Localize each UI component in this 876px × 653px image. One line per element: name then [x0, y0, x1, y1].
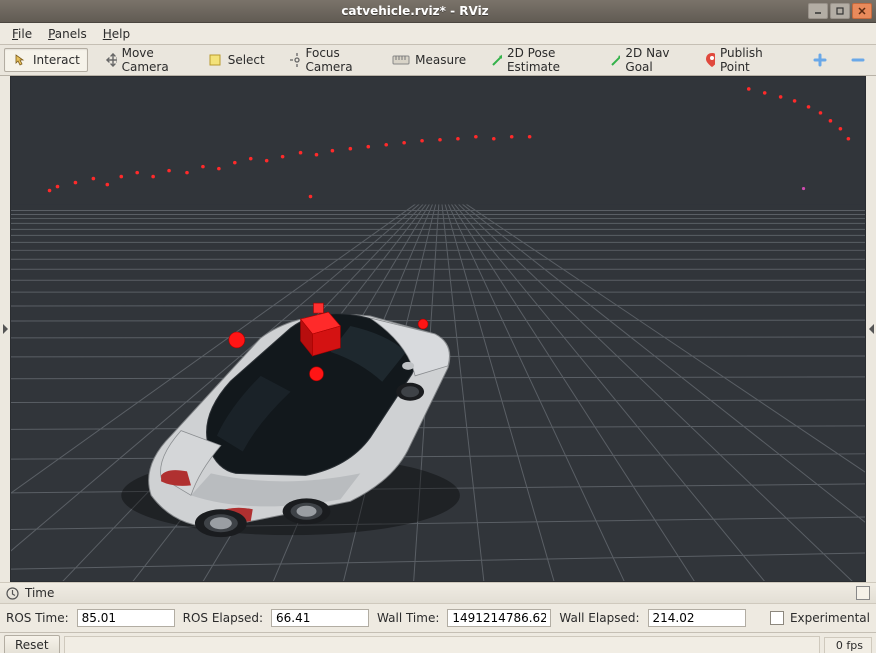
wall-elapsed-label: Wall Elapsed:: [559, 611, 639, 625]
time-panel-title: Time: [25, 586, 54, 600]
select-icon: [207, 52, 223, 68]
experimental-label: Experimental: [790, 611, 870, 625]
marker-cube: [301, 303, 341, 356]
focus-camera-icon: [289, 52, 301, 68]
wall-elapsed-field[interactable]: [648, 609, 746, 627]
vehicle-model: [121, 314, 460, 538]
ros-time-label: ROS Time:: [6, 611, 69, 625]
3d-viewport[interactable]: [10, 76, 866, 582]
tool-nav-goal-label: 2D Nav Goal: [625, 46, 680, 74]
window-titlebar: catvehicle.rviz* - RViz: [0, 0, 876, 23]
toolbar: Interact Move Camera Select Focus Camera: [0, 45, 876, 76]
minus-icon: [851, 53, 865, 67]
menu-panels[interactable]: Panels: [40, 25, 95, 43]
menu-file[interactable]: File: [4, 25, 40, 43]
tool-move-camera-label: Move Camera: [122, 46, 183, 74]
time-panel-float-button[interactable]: [856, 586, 870, 600]
menu-help[interactable]: Help: [95, 25, 138, 43]
reset-button-label: Reset: [15, 638, 49, 652]
left-panel-expander[interactable]: [0, 76, 10, 582]
tool-select[interactable]: Select: [200, 49, 272, 71]
ros-elapsed-label: ROS Elapsed:: [183, 611, 263, 625]
fps-indicator: 0 fps: [824, 637, 872, 653]
time-panel-header[interactable]: Time: [0, 582, 876, 604]
right-panel-expander[interactable]: [866, 76, 876, 582]
checkbox-icon: [770, 611, 784, 625]
tool-2d-nav-goal[interactable]: 2D Nav Goal: [602, 43, 688, 77]
fps-label: 0 fps: [836, 639, 863, 652]
plus-icon: [813, 53, 827, 67]
publish-point-icon: [705, 52, 715, 68]
menubar: File Panels Help: [0, 23, 876, 45]
wall-time-field[interactable]: [447, 609, 551, 627]
ros-time-field[interactable]: [77, 609, 175, 627]
tool-select-label: Select: [228, 53, 265, 67]
statusbar: Reset 0 fps: [0, 633, 876, 653]
tool-publish-point[interactable]: Publish Point: [698, 43, 783, 77]
window-title: catvehicle.rviz* - RViz: [22, 4, 808, 18]
measure-icon: [392, 54, 410, 66]
tool-pose-estimate-label: 2D Pose Estimate: [507, 46, 585, 74]
minimize-button[interactable]: [808, 3, 828, 19]
tool-measure-label: Measure: [415, 53, 466, 67]
time-panel: ROS Time: ROS Elapsed: Wall Time: Wall E…: [0, 604, 876, 633]
tool-2d-pose-estimate[interactable]: 2D Pose Estimate: [483, 43, 591, 77]
reset-button[interactable]: Reset: [4, 635, 60, 653]
tool-add-display[interactable]: [806, 50, 834, 70]
tool-interact[interactable]: Interact: [4, 48, 88, 72]
scene-render: [11, 77, 865, 581]
tool-focus-camera-label: Focus Camera: [306, 46, 369, 74]
ros-elapsed-field[interactable]: [271, 609, 369, 627]
move-camera-icon: [105, 52, 117, 68]
nav-goal-icon: [609, 52, 621, 68]
tool-remove-display[interactable]: [844, 50, 872, 70]
interact-icon: [12, 52, 28, 68]
experimental-checkbox[interactable]: Experimental: [770, 611, 870, 625]
tool-publish-point-label: Publish Point: [720, 46, 776, 74]
wall-time-label: Wall Time:: [377, 611, 439, 625]
tool-focus-camera[interactable]: Focus Camera: [282, 43, 375, 77]
status-message-area: [64, 636, 820, 653]
clock-icon: [6, 587, 19, 600]
tool-measure[interactable]: Measure: [385, 50, 473, 70]
close-button[interactable]: [852, 3, 872, 19]
pose-estimate-icon: [490, 52, 502, 68]
tool-move-camera[interactable]: Move Camera: [98, 43, 190, 77]
tool-interact-label: Interact: [33, 53, 80, 67]
window-controls: [808, 3, 872, 19]
maximize-button[interactable]: [830, 3, 850, 19]
